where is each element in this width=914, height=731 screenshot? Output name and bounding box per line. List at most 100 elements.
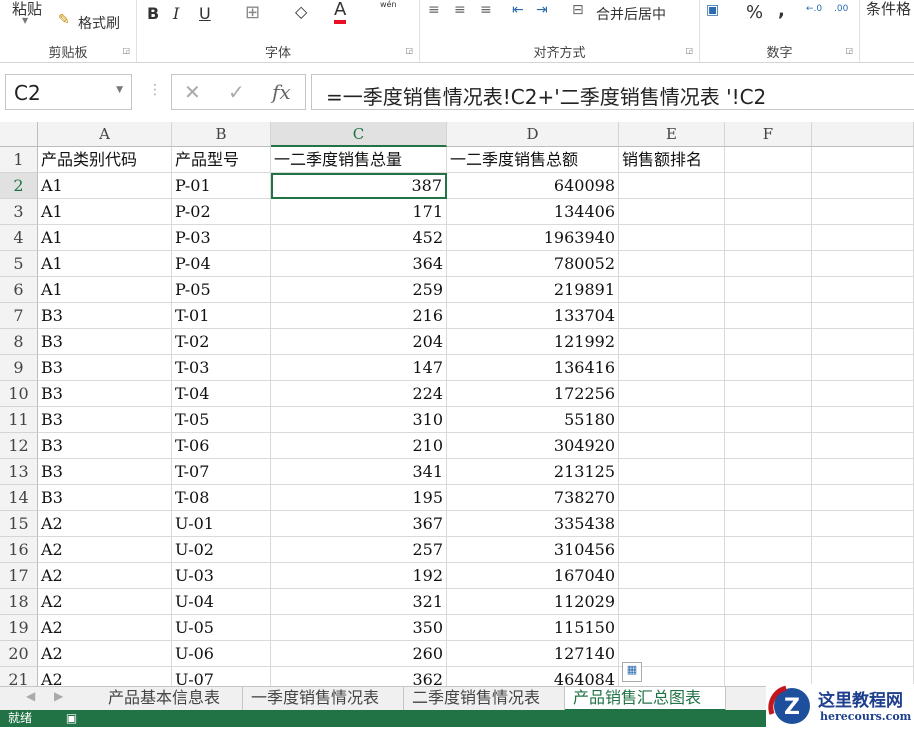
cell[interactable]: A2 [38,615,172,641]
cell[interactable]: 172256 [447,381,619,407]
cell[interactable]: A2 [38,641,172,667]
cell[interactable] [725,173,812,199]
cell[interactable] [619,589,725,615]
cell[interactable]: 171 [271,199,447,225]
quick-analysis-icon[interactable]: ▦ [622,662,642,682]
cell[interactable]: 367 [271,511,447,537]
cell[interactable] [619,277,725,303]
cell[interactable]: 364 [271,251,447,277]
cell[interactable] [812,615,914,641]
cell[interactable]: B3 [38,407,172,433]
sheet-tab[interactable]: 产品基本信息表 [100,687,243,711]
cell[interactable] [619,303,725,329]
cell[interactable]: 1963940 [447,225,619,251]
row-header[interactable]: 6 [0,277,38,303]
cell[interactable] [725,589,812,615]
cell[interactable] [725,537,812,563]
cell[interactable] [619,511,725,537]
cell[interactable]: 147 [271,355,447,381]
active-cell[interactable]: 387 [271,173,447,199]
dialog-launcher-icon[interactable]: ◲ [405,46,413,55]
cell[interactable]: 310456 [447,537,619,563]
cell[interactable]: 260 [271,641,447,667]
accounting-format-icon[interactable]: ▣ [706,2,719,18]
cell[interactable]: A2 [38,563,172,589]
column-header-f[interactable]: F [725,122,812,147]
row-header[interactable]: 7 [0,303,38,329]
cell[interactable] [725,355,812,381]
cell[interactable] [619,355,725,381]
cell[interactable]: U-01 [172,511,271,537]
cell[interactable]: B3 [38,381,172,407]
cell[interactable] [812,225,914,251]
cell[interactable] [812,537,914,563]
cell[interactable] [725,485,812,511]
cell[interactable] [619,251,725,277]
cell[interactable]: 321 [271,589,447,615]
row-header[interactable]: 5 [0,251,38,277]
cell[interactable]: T-06 [172,433,271,459]
cell[interactable]: B3 [38,485,172,511]
select-all-button[interactable] [0,122,38,147]
cell[interactable]: 112029 [447,589,619,615]
column-header-e[interactable]: E [619,122,725,147]
cell[interactable]: 219891 [447,277,619,303]
cell[interactable] [725,329,812,355]
row-header[interactable]: 8 [0,329,38,355]
row-header[interactable]: 10 [0,381,38,407]
cell[interactable]: A2 [38,589,172,615]
cell[interactable] [725,615,812,641]
cell[interactable]: U-05 [172,615,271,641]
cell[interactable]: T-07 [172,459,271,485]
cell[interactable]: 192 [271,563,447,589]
cell[interactable]: B3 [38,433,172,459]
cell[interactable]: 310 [271,407,447,433]
align-left-icon[interactable]: ≡ [428,2,440,18]
row-header[interactable]: 9 [0,355,38,381]
cell[interactable] [812,381,914,407]
cell[interactable]: 167040 [447,563,619,589]
cell[interactable] [725,303,812,329]
cell[interactable]: 341 [271,459,447,485]
row-header[interactable]: 18 [0,589,38,615]
merge-center-button[interactable]: 合并后居中 [596,4,666,24]
cell[interactable]: 640098 [447,173,619,199]
column-header-b[interactable]: B [172,122,271,147]
cell[interactable]: P-04 [172,251,271,277]
cell[interactable]: A1 [38,173,172,199]
cell[interactable] [812,303,914,329]
cell[interactable]: 产品型号 [172,147,271,173]
cell[interactable] [812,459,914,485]
cell[interactable]: P-03 [172,225,271,251]
cell[interactable]: U-02 [172,537,271,563]
phonetic-button[interactable]: wén [380,0,397,9]
cell[interactable]: B3 [38,355,172,381]
column-header-d[interactable]: D [447,122,619,147]
cell[interactable]: 350 [271,615,447,641]
cell[interactable]: 121992 [447,329,619,355]
percent-button[interactable]: % [746,2,763,23]
cell[interactable] [619,329,725,355]
cell[interactable]: A2 [38,667,172,686]
cell[interactable] [619,433,725,459]
scroll-left-icon[interactable]: ◀ [26,689,35,703]
cell[interactable] [725,147,812,173]
name-box[interactable]: C2 ▼ [5,74,132,110]
cell[interactable]: 362 [271,667,447,686]
cell[interactable] [812,251,914,277]
cell[interactable]: T-08 [172,485,271,511]
cancel-icon[interactable]: ✕ [184,80,201,104]
cell[interactable]: 134406 [447,199,619,225]
cell[interactable]: T-01 [172,303,271,329]
cell[interactable] [619,537,725,563]
cell[interactable]: 115150 [447,615,619,641]
cell[interactable]: 销售额排名 [619,147,725,173]
cell[interactable]: 464084 [447,667,619,686]
cell[interactable]: A1 [38,199,172,225]
format-painter-button[interactable]: 格式刷 [78,13,120,33]
cell[interactable] [725,381,812,407]
dialog-launcher-icon[interactable]: ◲ [685,46,693,55]
cell[interactable] [725,459,812,485]
row-header[interactable]: 3 [0,199,38,225]
cell[interactable]: 304920 [447,433,619,459]
